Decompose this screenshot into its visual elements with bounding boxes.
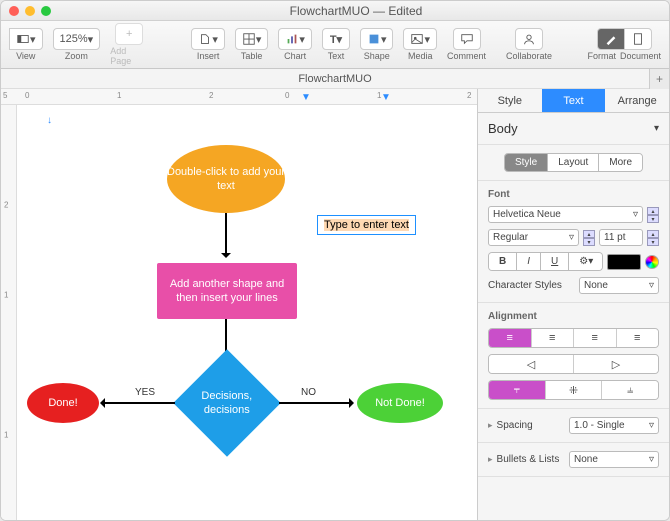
subtab-more[interactable]: More: [599, 154, 642, 171]
media-button[interactable]: ▾: [403, 28, 437, 50]
tab-style[interactable]: Style: [478, 89, 542, 112]
fullscreen-icon[interactable]: [41, 6, 51, 16]
shape-button[interactable]: ▾: [360, 28, 394, 50]
alignment-heading: Alignment: [488, 311, 659, 322]
collaborate-button[interactable]: [515, 28, 543, 50]
spacing-label[interactable]: Spacing: [488, 420, 533, 431]
italic-button[interactable]: I: [517, 253, 541, 270]
font-size-field[interactable]: 11 pt: [599, 229, 643, 246]
connector: [279, 402, 351, 404]
bold-button[interactable]: B: [489, 253, 517, 270]
flow-decision-diamond[interactable]: Decisions, decisions: [173, 349, 280, 456]
format-sidebar: Style Text Arrange Body ▾ Style Layout M…: [477, 89, 669, 520]
spacing-select[interactable]: 1.0 - Single▿: [569, 417, 659, 434]
font-size-stepper[interactable]: ▴▾: [647, 230, 659, 246]
add-tab-button[interactable]: +: [649, 69, 669, 89]
flow-process-rect[interactable]: Add another shape and then insert your l…: [157, 263, 297, 319]
tab-arrange[interactable]: Arrange: [605, 89, 669, 112]
document-tab-bar: FlowchartMUO +: [1, 69, 669, 89]
document-button[interactable]: [624, 28, 652, 50]
edge-label-no: NO: [301, 387, 316, 398]
indent-button[interactable]: ▷: [574, 355, 658, 373]
flow-done-oval[interactable]: Done!: [27, 383, 99, 423]
font-heading: Font: [488, 189, 659, 200]
bullets-label[interactable]: Bullets & Lists: [488, 454, 559, 465]
ruler-vertical: 2 1 1: [1, 105, 17, 520]
edge-label-yes: YES: [135, 387, 155, 398]
connector: [225, 213, 227, 255]
font-weight-stepper[interactable]: ▴▾: [583, 230, 595, 246]
document-tab[interactable]: FlowchartMUO: [298, 73, 371, 85]
canvas[interactable]: ↓ Double-click to add your text Type to …: [17, 105, 477, 520]
paragraph-style[interactable]: Body: [488, 121, 518, 136]
table-button[interactable]: ▾: [235, 28, 269, 50]
subtab-layout[interactable]: Layout: [548, 154, 599, 171]
gear-icon[interactable]: ⚙︎▾: [569, 253, 603, 270]
text-button[interactable]: T▾: [322, 28, 350, 50]
align-right-button[interactable]: ≡: [574, 329, 617, 347]
insert-button[interactable]: ▾: [191, 28, 225, 50]
character-styles-select[interactable]: None▿: [579, 277, 659, 294]
chevron-down-icon[interactable]: ▾: [654, 123, 659, 134]
format-button[interactable]: [597, 28, 625, 50]
valign-top-button[interactable]: ⫧: [489, 381, 546, 399]
font-weight-select[interactable]: Regular▿: [488, 229, 579, 246]
toolbar: ▾ View 125% ▾ Zoom + Add Page ▾ Insert ▾…: [1, 21, 669, 69]
text-color-well[interactable]: [607, 254, 641, 270]
view-button[interactable]: ▾: [9, 28, 43, 50]
align-center-button[interactable]: ≡: [532, 329, 575, 347]
chart-button[interactable]: ▾: [278, 28, 312, 50]
color-picker-icon[interactable]: [645, 255, 659, 269]
arrow-down-icon: [221, 253, 231, 263]
minimize-icon[interactable]: [25, 6, 35, 16]
flow-notdone-oval[interactable]: Not Done!: [357, 383, 443, 423]
align-left-button[interactable]: ≡: [489, 329, 532, 347]
text-box[interactable]: Type to enter text: [317, 215, 416, 235]
ruler-horizontal: 5 0 1 2 0 1 2 ▼ ▼: [1, 89, 477, 105]
comment-button[interactable]: [453, 28, 481, 50]
titlebar: FlowchartMUO — Edited: [1, 1, 669, 21]
valign-middle-button[interactable]: ⁜: [546, 381, 603, 399]
connector: [103, 402, 175, 404]
underline-button[interactable]: U: [541, 253, 569, 270]
font-family-select[interactable]: Helvetica Neue▿: [488, 206, 643, 223]
character-styles-label: Character Styles: [488, 280, 562, 291]
window-title: FlowchartMUO — Edited: [51, 4, 661, 18]
outdent-button[interactable]: ◁: [489, 355, 574, 373]
close-icon[interactable]: [9, 6, 19, 16]
flow-start-oval[interactable]: Double-click to add your text: [167, 145, 285, 213]
add-page-button[interactable]: +: [115, 23, 143, 45]
zoom-select[interactable]: 125% ▾: [53, 28, 101, 50]
valign-bottom-button[interactable]: ⫨: [602, 381, 658, 399]
font-family-stepper[interactable]: ▴▾: [647, 207, 659, 223]
bullets-select[interactable]: None▿: [569, 451, 659, 468]
subtab-style[interactable]: Style: [505, 154, 548, 171]
tab-text[interactable]: Text: [542, 89, 606, 112]
align-justify-button[interactable]: ≡: [617, 329, 659, 347]
